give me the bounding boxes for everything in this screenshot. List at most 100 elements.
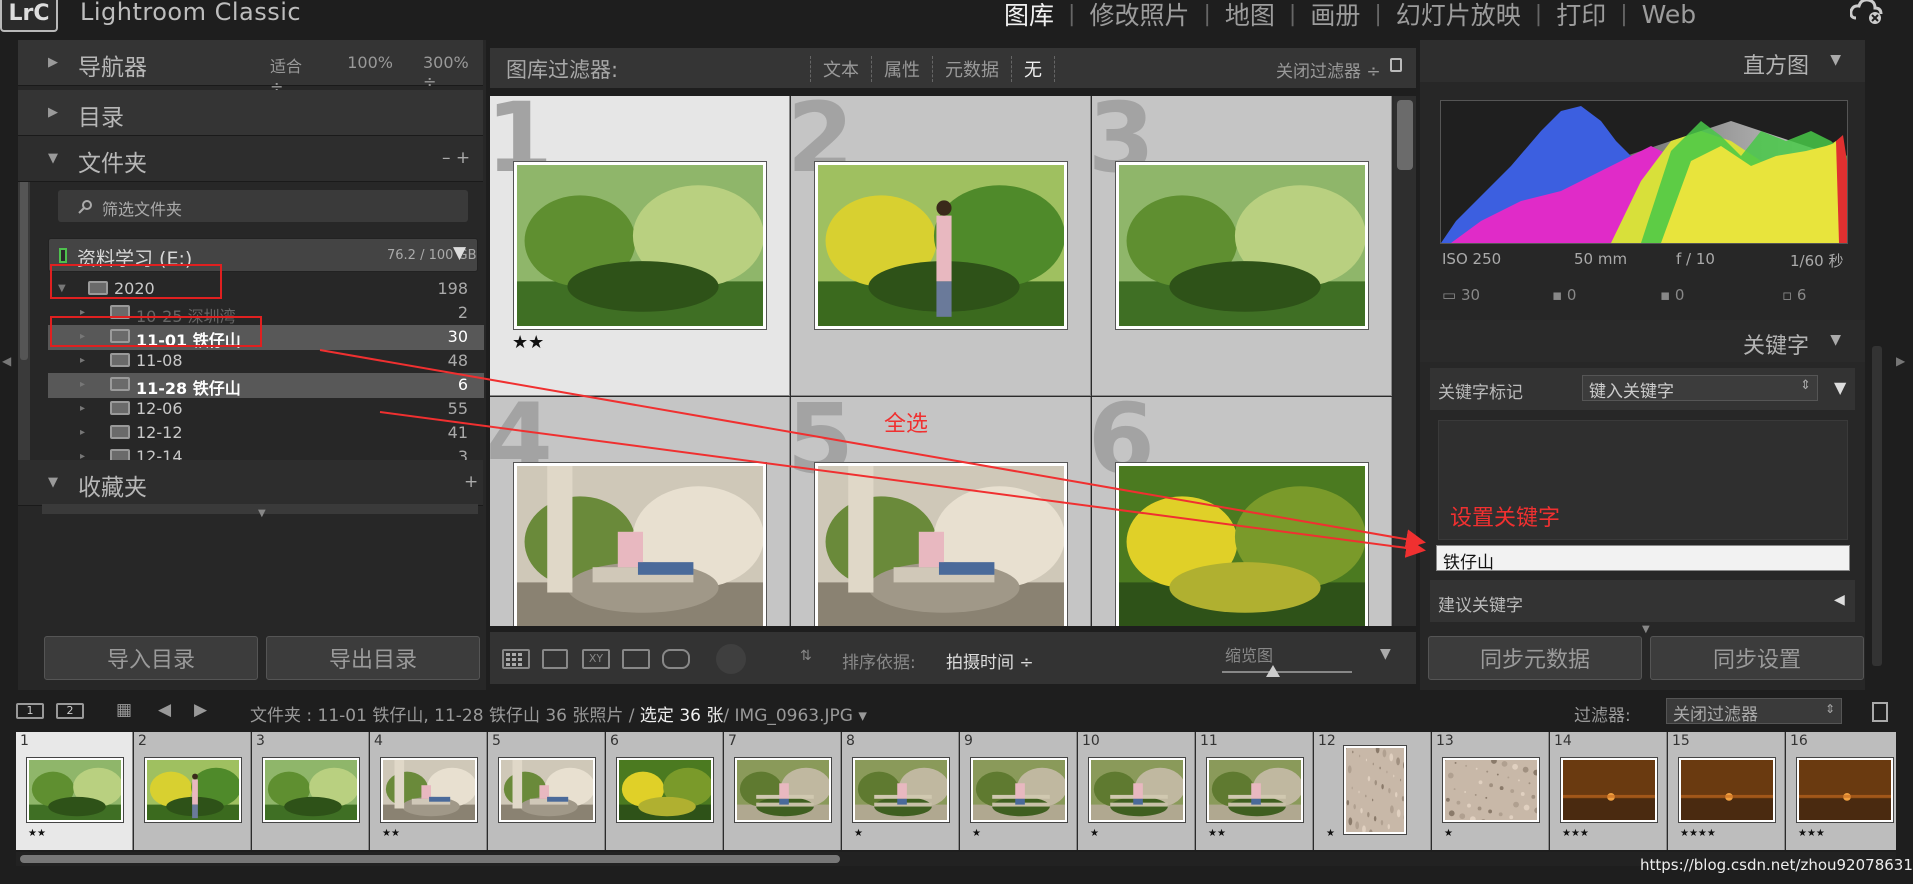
- filmstrip-thumbnail[interactable]: [262, 757, 360, 823]
- filmstrip-thumbnail[interactable]: [734, 757, 832, 823]
- folder-row[interactable]: ▸ 12-12 41: [48, 421, 484, 446]
- filmstrip-cell[interactable]: 7: [724, 732, 841, 850]
- panel-collapse-icon[interactable]: ▼: [1642, 624, 1650, 635]
- filmstrip-thumbnail[interactable]: [144, 757, 242, 823]
- thumbnail-size-slider[interactable]: [1222, 665, 1352, 677]
- filmstrip-cell[interactable]: 14 ★★★: [1550, 732, 1667, 850]
- folders-header[interactable]: ▼ 文件夹 – +: [18, 136, 483, 182]
- folder-expand-icon[interactable]: ▸: [80, 427, 85, 438]
- loupe-view-icon[interactable]: [542, 649, 568, 669]
- filmstrip-thumbnail[interactable]: [498, 757, 596, 823]
- window-1-icon[interactable]: 1: [16, 703, 44, 719]
- rating-stars[interactable]: ★★: [512, 332, 544, 353]
- filmstrip-thumbnail[interactable]: [616, 757, 714, 823]
- export-catalog-button[interactable]: 导出目录: [266, 636, 480, 680]
- module-3[interactable]: 画册: [1296, 0, 1374, 32]
- folders-add-remove[interactable]: – +: [442, 148, 470, 168]
- filmstrip-thumbnail[interactable]: [1206, 757, 1304, 823]
- grid-thumbnail[interactable]: [814, 161, 1068, 330]
- filmstrip-cell[interactable]: 4 ★★: [370, 732, 487, 850]
- module-1[interactable]: 修改照片: [1075, 0, 1203, 32]
- people-view-icon[interactable]: [662, 649, 690, 669]
- filmstrip-cell[interactable]: 1 ★★: [16, 732, 133, 850]
- filmstrip-cell[interactable]: 8 ★: [842, 732, 959, 850]
- filmstrip-cell[interactable]: 11 ★★: [1196, 732, 1313, 850]
- grid-thumbnail[interactable]: [814, 462, 1068, 626]
- module-5[interactable]: 打印: [1542, 0, 1620, 32]
- sync-metadata-button[interactable]: 同步元数据: [1428, 636, 1642, 680]
- filmstrip-thumbnail[interactable]: [26, 757, 124, 823]
- filmstrip-thumbnail[interactable]: [852, 757, 950, 823]
- grid-cell[interactable]: 6: [1088, 383, 1392, 626]
- volume-dropdown-icon[interactable]: ▼: [453, 243, 466, 263]
- grid-cell[interactable]: 4: [490, 383, 790, 626]
- collections-header[interactable]: ▼ 收藏夹 +: [18, 460, 483, 506]
- filmstrip-filter-select[interactable]: 关闭过滤器 ⇕: [1666, 698, 1842, 725]
- filter-attribute[interactable]: 属性: [871, 56, 932, 82]
- module-4[interactable]: 幻灯片放映: [1382, 0, 1535, 32]
- folder-expand-icon[interactable]: ▸: [80, 379, 85, 390]
- keyword-tags-dropdown-icon[interactable]: ▼: [1834, 378, 1846, 397]
- back-icon[interactable]: ◀: [158, 700, 171, 720]
- grid-thumbnail[interactable]: [513, 462, 767, 626]
- grid-cell[interactable]: 5: [787, 383, 1091, 626]
- collections-add[interactable]: +: [464, 472, 478, 492]
- filmstrip-thumbnail[interactable]: [970, 757, 1068, 823]
- grid-view-icon[interactable]: [502, 649, 530, 669]
- grid-cell[interactable]: 2: [787, 96, 1091, 396]
- lock-icon[interactable]: [1390, 58, 1402, 72]
- filmstrip-thumbnail[interactable]: [1343, 745, 1407, 835]
- filter-lock-icon[interactable]: [1872, 702, 1888, 722]
- filter-metadata[interactable]: 元数据: [932, 56, 1011, 82]
- survey-view-icon[interactable]: [622, 649, 650, 669]
- folder-row[interactable]: ▸ 12-06 55: [48, 397, 484, 422]
- folder-expand-icon[interactable]: ▸: [80, 403, 85, 414]
- filmstrip-source-info[interactable]: 文件夹 : 11-01 铁仔山, 11-28 铁仔山 36 张照片 / 选定 3…: [250, 701, 867, 726]
- navigator-header[interactable]: ▶ 导航器 适合 ÷ 100% 300% ÷: [18, 40, 483, 96]
- folder-row[interactable]: ▸ 11-28 铁仔山 6: [48, 373, 484, 398]
- left-panel-toggle-icon[interactable]: ◀: [2, 354, 11, 368]
- module-6[interactable]: Web: [1628, 0, 1711, 29]
- sort-select[interactable]: 拍摄时间 ÷: [946, 648, 1034, 673]
- filmstrip-cell[interactable]: 12 ★: [1314, 732, 1431, 850]
- filmstrip-cell[interactable]: 13 ★: [1432, 732, 1549, 850]
- filmstrip-cell[interactable]: 9 ★: [960, 732, 1077, 850]
- catalog-header[interactable]: ▶ 目录: [18, 90, 483, 136]
- compare-view-icon[interactable]: XY: [582, 649, 610, 669]
- forward-icon[interactable]: ▶: [194, 700, 207, 720]
- filter-none[interactable]: 无: [1011, 56, 1055, 82]
- histogram-header[interactable]: 直方图 ▼: [1420, 40, 1865, 82]
- sync-settings-button[interactable]: 同步设置: [1650, 636, 1864, 680]
- filmstrip-thumbnail[interactable]: [1796, 757, 1894, 823]
- filter-text[interactable]: 文本: [810, 56, 871, 82]
- panel-collapse-icon[interactable]: ▼: [258, 508, 266, 519]
- keyword-tags-select[interactable]: 键入关键字 ⇕: [1582, 375, 1818, 402]
- filmstrip-cell[interactable]: 2: [134, 732, 251, 850]
- filmstrip-thumbnail[interactable]: [1088, 757, 1186, 823]
- toolbar-dropdown-icon[interactable]: ▼: [1380, 646, 1391, 662]
- right-panel-toggle-icon[interactable]: ▶: [1896, 354, 1905, 368]
- painter-icon[interactable]: [716, 644, 746, 674]
- sort-direction-icon[interactable]: ⇅: [800, 648, 812, 664]
- grid-icon[interactable]: ▦: [116, 700, 132, 720]
- filmstrip-cell[interactable]: 3: [252, 732, 369, 850]
- grid-thumbnail[interactable]: [513, 161, 767, 330]
- filmstrip-cell[interactable]: 10 ★: [1078, 732, 1195, 850]
- filmstrip-thumbnail[interactable]: [380, 757, 478, 823]
- grid-thumbnail[interactable]: [1115, 462, 1369, 626]
- keyword-input[interactable]: 铁仔山: [1436, 545, 1850, 573]
- histogram-collapse-icon[interactable]: ▼: [1830, 52, 1841, 68]
- module-2[interactable]: 地图: [1211, 0, 1289, 32]
- filmstrip-thumbnail[interactable]: [1678, 757, 1776, 823]
- folder-search-input[interactable]: 筛选文件夹: [58, 190, 468, 222]
- filmstrip-cell[interactable]: 16 ★★★: [1786, 732, 1896, 850]
- filmstrip-cell[interactable]: 15 ★★★★: [1668, 732, 1785, 850]
- filmstrip-cell[interactable]: 6: [606, 732, 723, 850]
- module-0[interactable]: 图库: [990, 0, 1068, 32]
- window-2-icon[interactable]: 2: [56, 703, 84, 719]
- grid-cell[interactable]: 3: [1088, 96, 1392, 396]
- import-catalog-button[interactable]: 导入目录: [44, 636, 258, 680]
- expand-left-icon[interactable]: ◀: [1834, 592, 1845, 608]
- grid-cell[interactable]: 1 ★★: [490, 96, 790, 396]
- folder-expand-icon[interactable]: ▸: [80, 355, 85, 366]
